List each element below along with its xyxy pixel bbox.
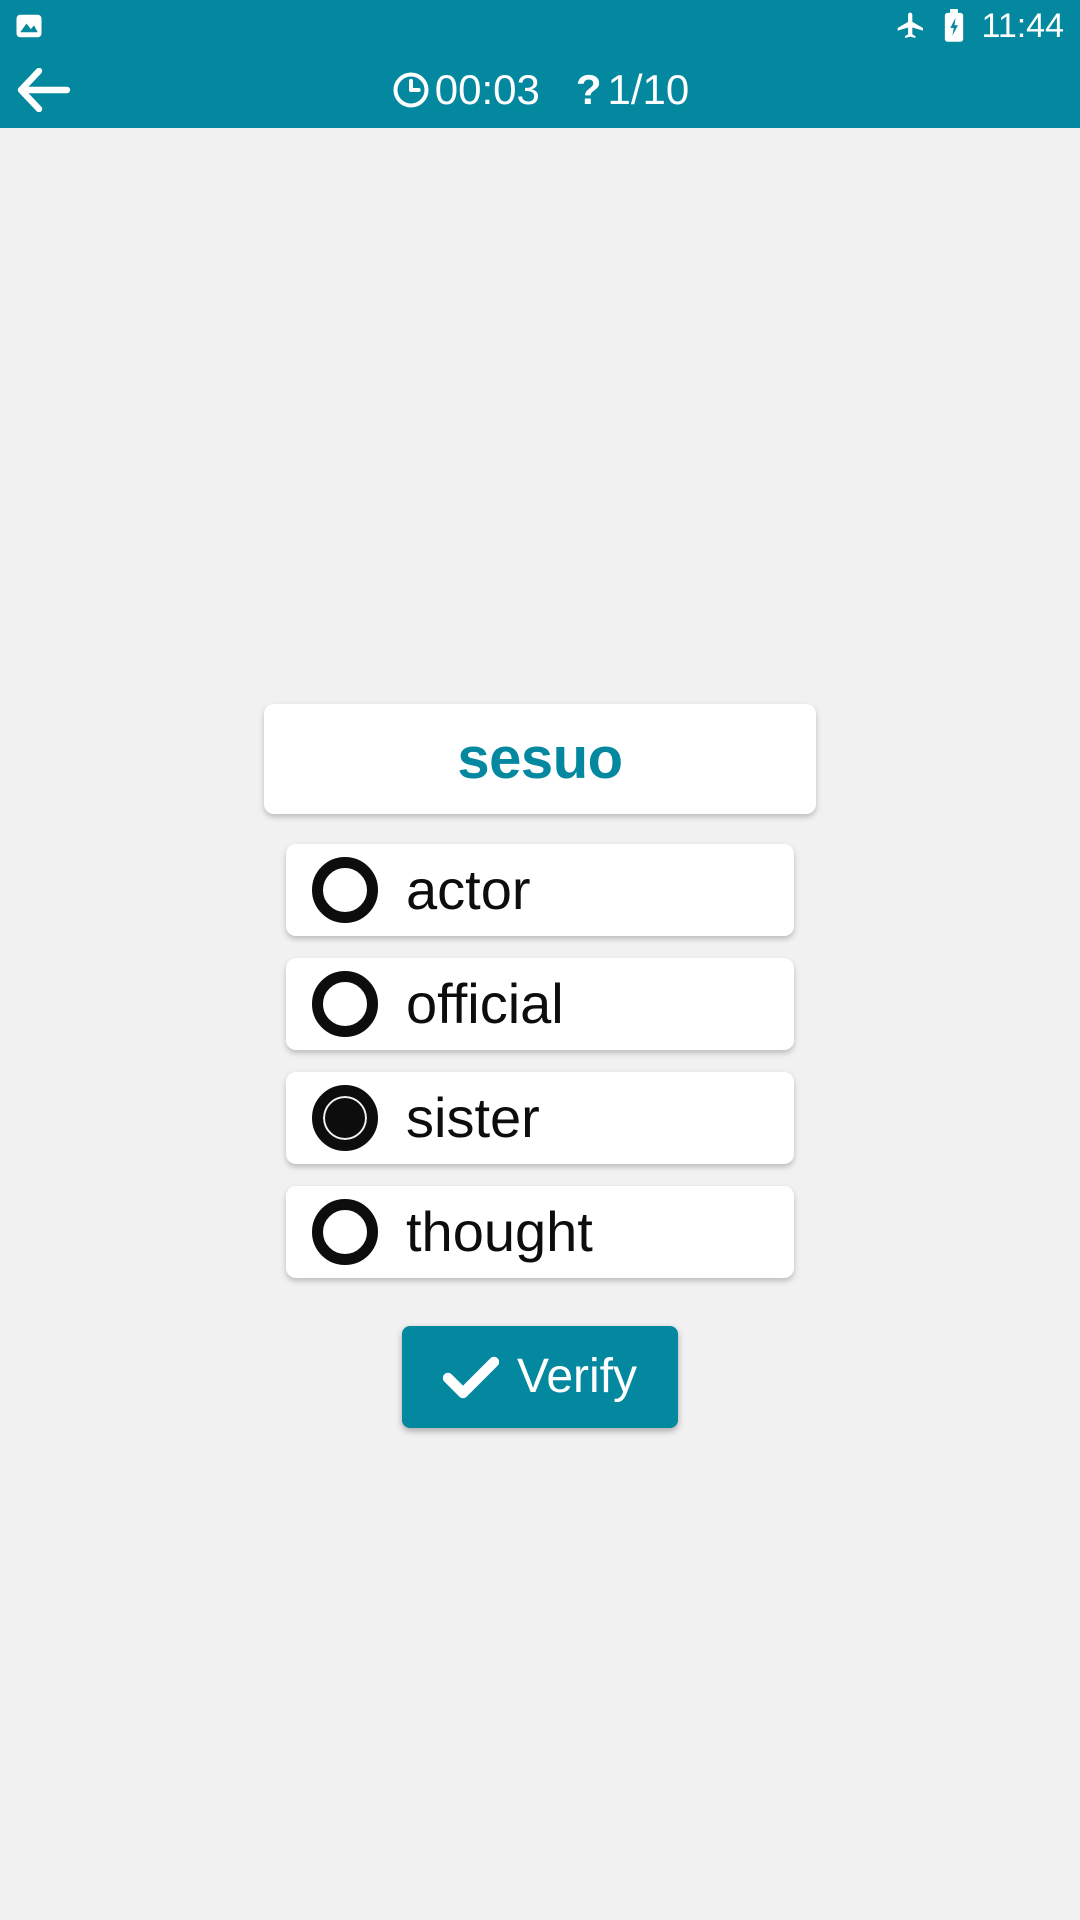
answer-option-official[interactable]: official [286, 958, 794, 1050]
quiz-block: sesuo actor official sister thought Veri… [0, 704, 1080, 1428]
app-bar-center: 00:03 ? 1/10 [0, 52, 1080, 128]
status-bar-left [14, 11, 44, 41]
answer-option-label: actor [406, 858, 531, 921]
image-notification-icon [14, 11, 44, 41]
status-bar-right: 11:44 [895, 9, 1064, 43]
check-icon [442, 1355, 499, 1399]
answer-option-actor[interactable]: actor [286, 844, 794, 936]
airplane-mode-icon [895, 10, 927, 42]
battery-charging-icon [941, 9, 967, 43]
answer-option-label: thought [406, 1200, 593, 1263]
verify-button-label: Verify [516, 1350, 638, 1403]
question-mark-icon: ? [575, 66, 602, 113]
back-arrow-icon [17, 68, 71, 112]
radio-button-sister[interactable] [312, 1085, 378, 1151]
back-button[interactable] [8, 52, 84, 128]
timer-value: 00:03 [434, 66, 540, 113]
radio-button-thought[interactable] [312, 1199, 378, 1265]
answer-option-label: sister [406, 1086, 540, 1149]
answer-option-label: official [406, 972, 564, 1035]
status-bar: 11:44 [0, 0, 1080, 52]
answer-options-list: actor official sister thought [286, 844, 794, 1278]
question-word-card: sesuo [264, 704, 816, 814]
radio-button-official[interactable] [312, 971, 378, 1037]
clock-icon [391, 70, 431, 110]
content-area: sesuo actor official sister thought Veri… [0, 128, 1080, 1920]
radio-button-actor[interactable] [312, 857, 378, 923]
app-bar: 00:03 ? 1/10 [0, 52, 1080, 128]
question-counter-display: ? 1/10 [576, 69, 689, 111]
question-word: sesuo [457, 726, 623, 791]
timer-display: 00:03 [391, 69, 540, 111]
answer-option-thought[interactable]: thought [286, 1186, 794, 1278]
answer-option-sister[interactable]: sister [286, 1072, 794, 1164]
status-bar-time: 11:44 [981, 7, 1064, 45]
question-counter-value: 1/10 [607, 66, 690, 113]
app-screen: 11:44 00:03 ? 1/10 sesuo actor official … [0, 0, 1080, 1920]
verify-button[interactable]: Verify [402, 1326, 678, 1428]
